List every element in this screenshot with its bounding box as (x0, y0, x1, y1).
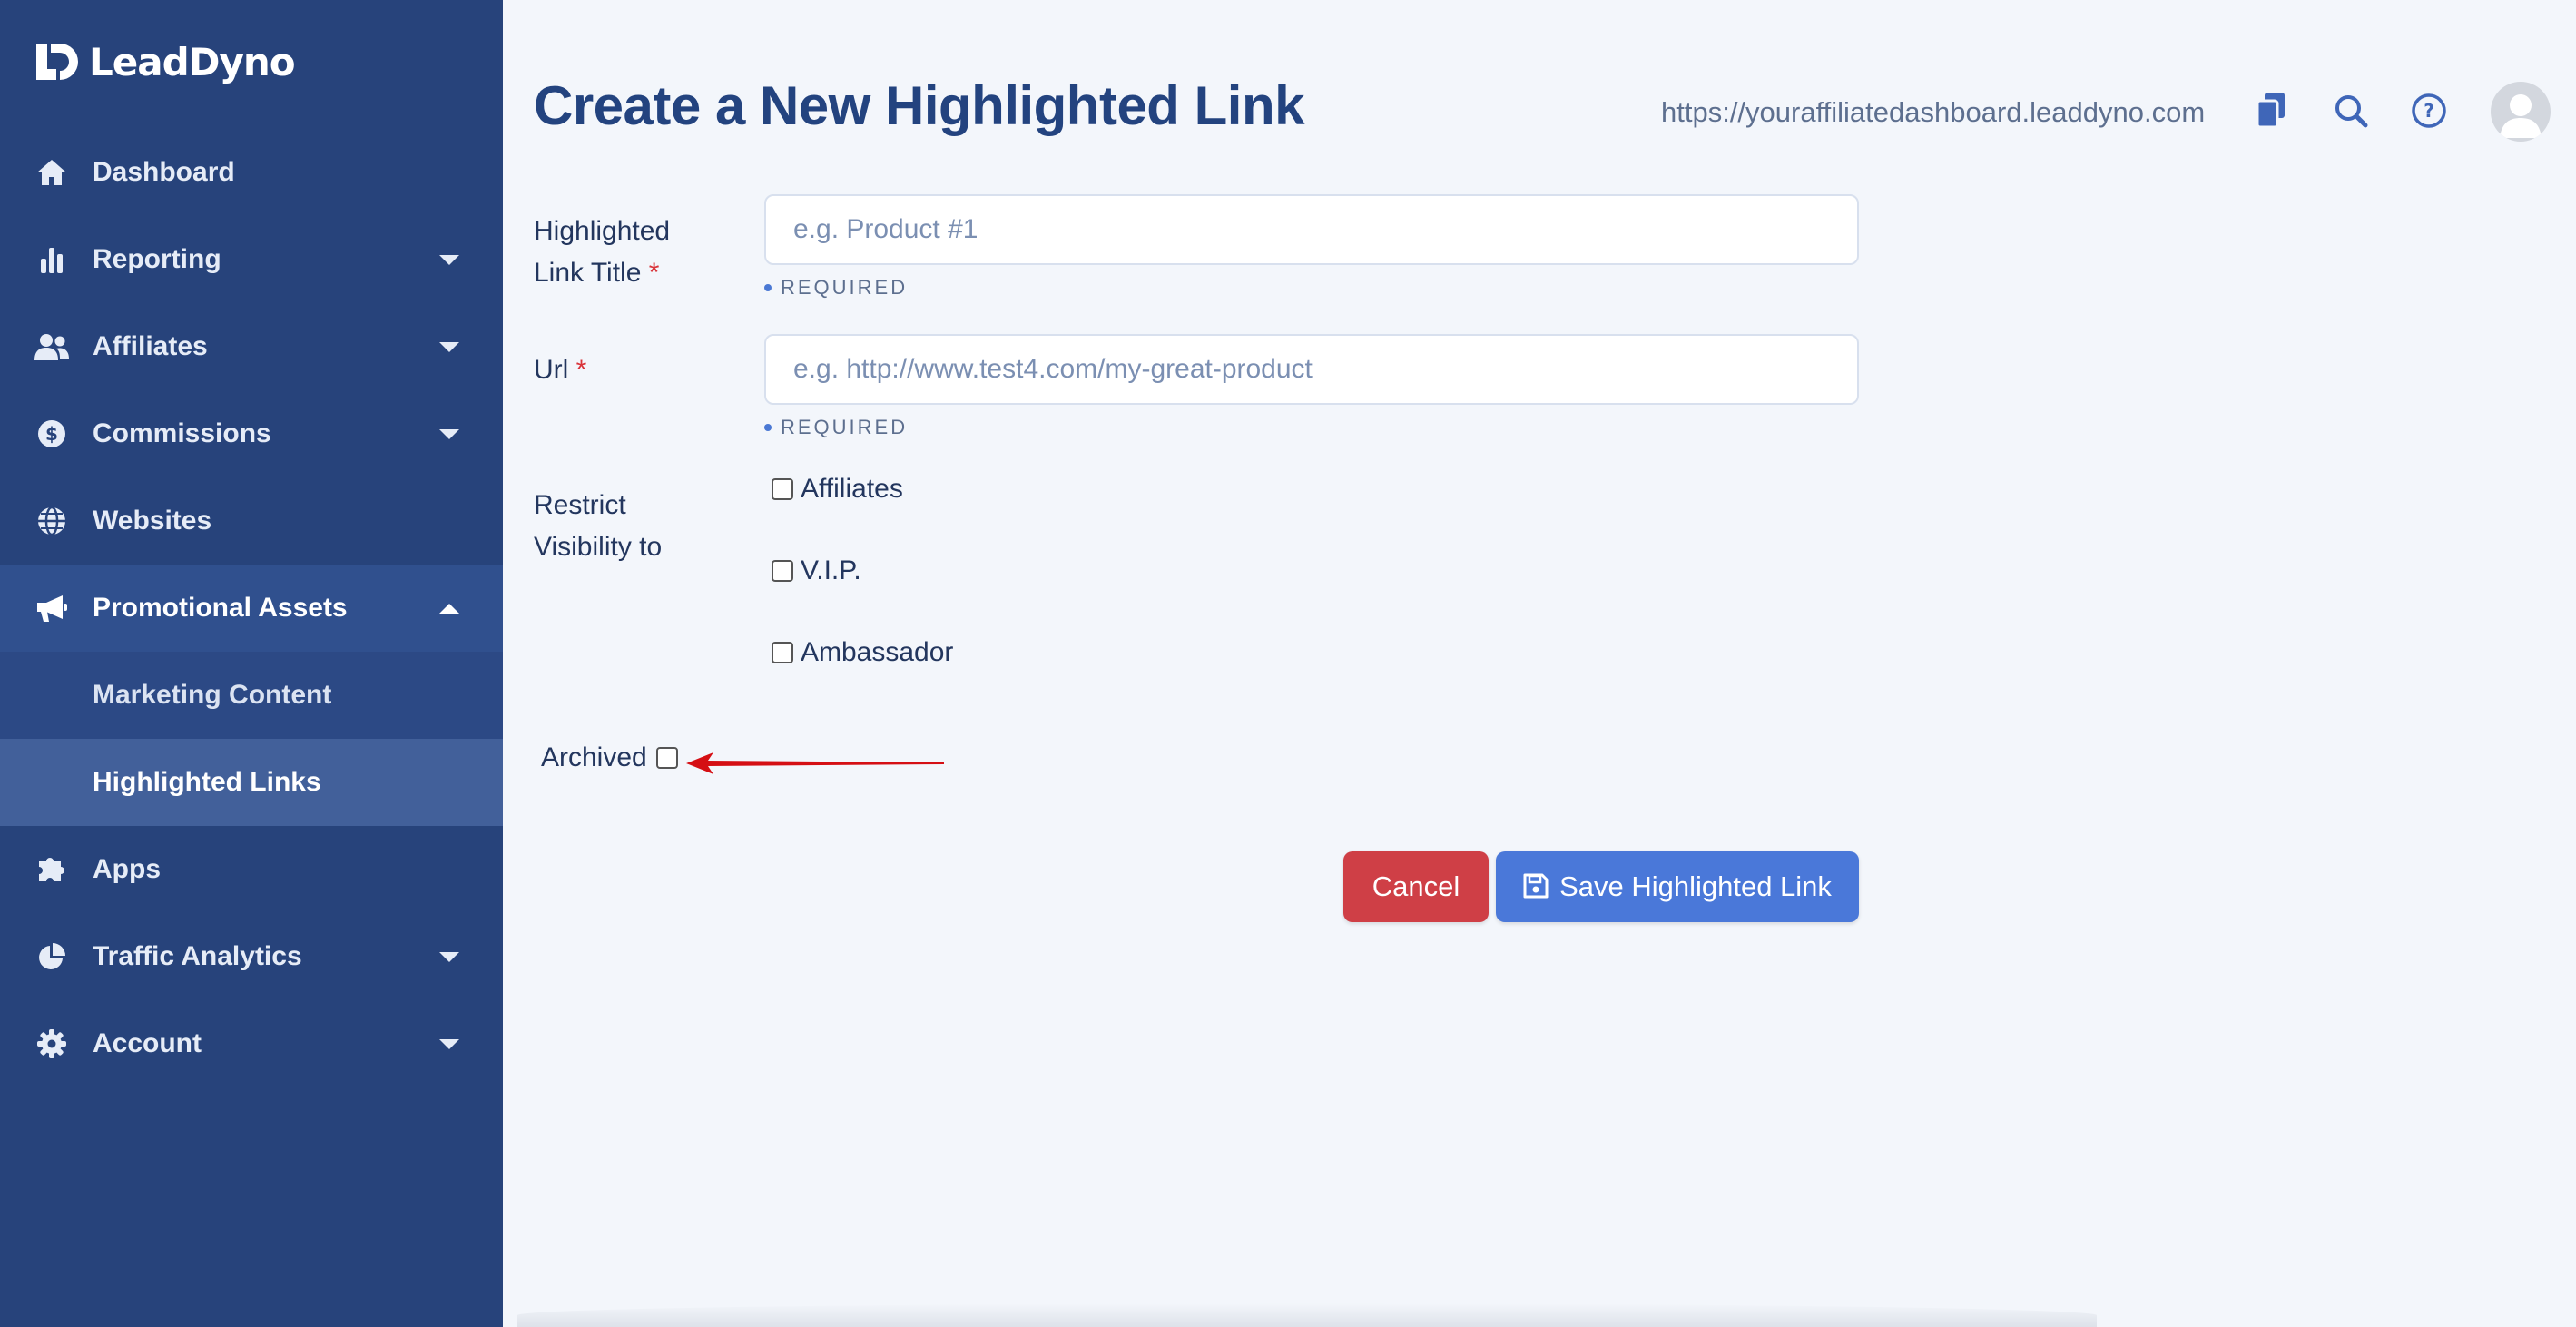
required-note-text: REQUIRED (781, 416, 909, 438)
home-icon (34, 155, 69, 190)
sidebar-item-commissions[interactable]: $ Commissions (0, 390, 503, 477)
sidebar-item-label: Reporting (93, 244, 221, 274)
cancel-button-label: Cancel (1372, 870, 1460, 902)
chevron-down-icon (439, 428, 459, 439)
url-input[interactable] (764, 334, 1859, 405)
search-icon[interactable] (2331, 91, 2371, 131)
sidebar: LeadDyno Dashboard Reporting Affiliates … (0, 0, 503, 1327)
archived-label: Archived (541, 742, 647, 772)
required-dot (764, 284, 772, 291)
required-dot (764, 424, 772, 431)
link-title-label-line2: Link Title * (534, 252, 670, 294)
visibility-label-line1: Restrict (534, 490, 626, 520)
url-label-text: Url (534, 355, 569, 385)
checkbox-label: Ambassador (801, 637, 954, 667)
sidebar-item-label: Dashboard (93, 157, 235, 187)
chevron-down-icon (439, 254, 459, 265)
sidebar-item-dashboard[interactable]: Dashboard (0, 129, 503, 216)
required-mark: * (575, 355, 587, 385)
chevron-up-icon (439, 603, 459, 614)
sidebar-item-label: Websites (93, 506, 212, 536)
puzzle-icon (34, 852, 69, 887)
gear-icon (34, 1027, 69, 1061)
brand-name: LeadDyno (89, 39, 296, 84)
ambassador-checkbox[interactable] (772, 642, 793, 664)
svg-text:$: $ (45, 423, 58, 445)
link-title-input[interactable] (764, 194, 1859, 265)
affiliates-checkbox[interactable] (772, 478, 793, 500)
sidebar-item-apps[interactable]: Apps (0, 826, 503, 913)
url-label: Url * (534, 349, 586, 391)
required-mark: * (648, 258, 660, 288)
sidebar-item-affiliates[interactable]: Affiliates (0, 303, 503, 390)
svg-text:?: ? (2424, 100, 2434, 122)
save-icon (1523, 873, 1550, 900)
sidebar-subitem-highlighted-links[interactable]: Highlighted Links (0, 739, 503, 826)
sidebar-subitem-label: Highlighted Links (93, 767, 321, 797)
avatar[interactable] (2491, 82, 2551, 142)
leaddyno-logo-icon (36, 44, 78, 80)
users-icon (34, 329, 69, 364)
vip-checkbox[interactable] (772, 560, 793, 582)
sidebar-item-reporting[interactable]: Reporting (0, 216, 503, 303)
link-title-label-text: Link Title (534, 258, 642, 288)
link-title-required-note: REQUIRED (764, 276, 908, 300)
checkbox-label: V.I.P. (801, 555, 861, 585)
sidebar-item-label: Apps (93, 854, 161, 884)
sidebar-item-websites[interactable]: Websites (0, 477, 503, 565)
url-required-note: REQUIRED (764, 416, 908, 439)
visibility-option-ambassador[interactable]: Ambassador (772, 637, 953, 668)
archived-checkbox[interactable] (655, 747, 678, 769)
annotation-arrow (686, 752, 944, 774)
sidebar-item-label: Affiliates (93, 331, 208, 361)
sidebar-subitem-label: Marketing Content (93, 680, 332, 710)
visibility-option-affiliates[interactable]: Affiliates (772, 474, 903, 505)
dollar-icon: $ (34, 417, 69, 451)
page-title: Create a New Highlighted Link (534, 75, 1304, 136)
pie-chart-icon (34, 939, 69, 974)
sidebar-item-label: Commissions (93, 418, 271, 448)
save-highlighted-link-button[interactable]: Save Highlighted Link (1496, 851, 1859, 922)
checkbox-label: Affiliates (801, 474, 903, 504)
sidebar-item-account[interactable]: Account (0, 1000, 503, 1087)
link-title-label: Highlighted Link Title * (534, 211, 670, 294)
chevron-down-icon (439, 341, 459, 352)
chevron-down-icon (439, 1038, 459, 1049)
sidebar-item-traffic-analytics[interactable]: Traffic Analytics (0, 913, 503, 1000)
link-title-label-line1: Highlighted (534, 216, 671, 246)
save-button-label: Save Highlighted Link (1559, 870, 1832, 902)
visibility-label-line2: Visibility to (534, 532, 663, 562)
sidebar-item-label: Promotional Assets (93, 593, 348, 623)
sidebar-item-label: Traffic Analytics (93, 941, 302, 971)
page-bottom-shadow (517, 1303, 2097, 1327)
help-icon[interactable]: ? (2409, 91, 2449, 131)
visibility-label: Restrict Visibility to (534, 485, 662, 568)
sidebar-subitem-marketing-content[interactable]: Marketing Content (0, 652, 503, 739)
cancel-button[interactable]: Cancel (1343, 851, 1489, 922)
globe-icon (34, 504, 69, 538)
visibility-option-vip[interactable]: V.I.P. (772, 555, 861, 586)
dashboard-url: https://youraffiliatedashboard.leaddyno.… (1661, 96, 2206, 128)
sidebar-item-promotional-assets[interactable]: Promotional Assets (0, 565, 503, 652)
chevron-down-icon (439, 951, 459, 962)
copy-icon[interactable] (2251, 91, 2291, 131)
required-note-text: REQUIRED (781, 276, 909, 299)
bar-chart-icon (34, 242, 69, 277)
sidebar-item-label: Account (93, 1028, 202, 1058)
megaphone-icon (34, 591, 69, 625)
brand-logo[interactable]: LeadDyno (36, 39, 296, 84)
archived-field[interactable]: Archived (541, 742, 685, 773)
